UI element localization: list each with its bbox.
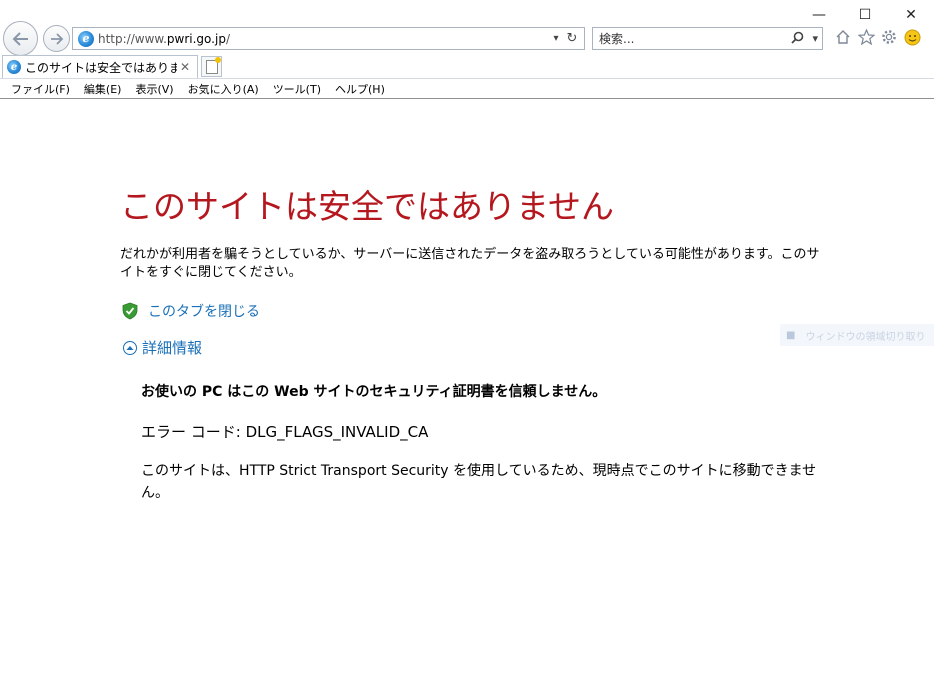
details-heading: お使いの PC はこの Web サイトのセキュリティ証明書を信頼しません。 [141,384,607,400]
menu-bar: ファイル(F) 編集(E) 表示(V) お気に入り(A) ツール(T) ヘルプ(… [0,78,934,99]
snip-hint-label: ウィンドウの領域切り取り [805,331,926,343]
search-dropdown-icon[interactable]: ▾ [808,32,822,45]
address-url[interactable]: http://www.pwri.go.jp/ [98,32,548,46]
menu-edit[interactable]: 編集(E) [77,81,129,97]
tab-close-icon[interactable]: ✕ [177,60,193,74]
ie-page-icon: e [78,30,94,47]
menu-help[interactable]: ヘルプ(H) [328,81,392,97]
ie-tab-icon: e [7,60,21,74]
details-toggle-link[interactable]: 詳細情報 [123,337,202,358]
hsts-message: このサイトは、HTTP Strict Transport Security を使… [141,463,817,501]
command-icons [834,28,921,46]
back-arrow-icon [12,31,28,46]
favorites-star-icon[interactable] [857,28,875,46]
smiley-feedback-icon[interactable] [903,28,921,46]
search-icon[interactable] [787,31,808,47]
navigation-bar: e http://www.pwri.go.jp/ ▾ ↻ ▾ [0,20,934,56]
gear-icon[interactable] [880,28,898,46]
close-tab-label: このタブを閉じる [148,304,260,320]
page-title: このサイトは安全ではありません [120,187,615,226]
menu-file[interactable]: ファイル(F) [4,81,77,97]
forward-button[interactable] [43,25,70,52]
address-bar[interactable]: e http://www.pwri.go.jp/ ▾ ↻ [72,27,585,50]
tab-label: このサイトは安全ではありません [25,60,177,75]
back-button[interactable] [3,21,38,56]
details-label: 詳細情報 [142,339,203,357]
details-panel: お使いの PC はこの Web サイトのセキュリティ証明書を信頼しません。 エラ… [141,381,831,504]
shield-check-icon [122,302,138,320]
refresh-icon[interactable]: ↻ [564,31,580,46]
home-icon[interactable] [834,28,852,46]
search-box[interactable]: ▾ [592,27,823,50]
tab-active[interactable]: e このサイトは安全ではありません ✕ [2,55,198,78]
tab-strip: e このサイトは安全ではありません ✕ [0,54,934,78]
new-tab-button[interactable] [201,56,222,77]
error-code: エラー コード: DLG_FLAGS_INVALID_CA [141,423,429,441]
menu-view[interactable]: 表示(V) [128,81,180,97]
address-dropdown-icon[interactable]: ▾ [548,33,564,44]
forward-arrow-icon [50,32,63,45]
menu-tools[interactable]: ツール(T) [266,81,328,97]
search-input[interactable] [593,31,788,46]
warning-text: だれかが利用者を騙そうとしているか、サーバーに送信されたデータを盗み取ろうとして… [120,247,820,280]
menu-favorites[interactable]: お気に入り(A) [181,81,266,97]
chevron-up-icon [123,340,137,355]
snip-hint-icon: ■ [786,329,796,341]
new-tab-icon [205,56,221,74]
close-tab-link[interactable]: このタブを閉じる [122,301,260,321]
snip-overlay-hint: ■ ウィンドウの領域切り取り [780,324,934,346]
